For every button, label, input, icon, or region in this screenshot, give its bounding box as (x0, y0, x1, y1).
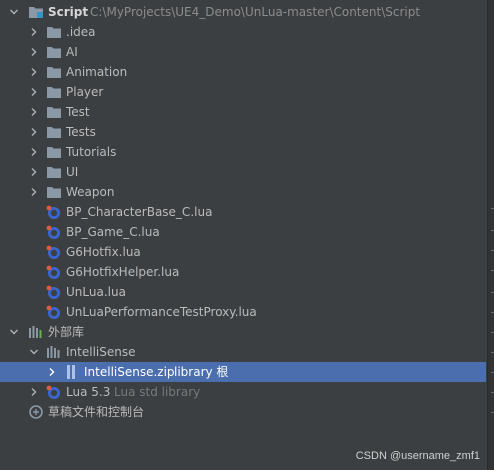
tree-row-script-root[interactable]: Script C:\MyProjects\UE4_Demo\UnLua-mast… (0, 2, 486, 22)
tree-row-folder[interactable]: Player (0, 82, 486, 102)
lua-file-icon (46, 262, 62, 282)
library-icon (28, 322, 44, 342)
file-label: UnLua.lua (66, 285, 126, 299)
module-folder-icon (28, 2, 44, 22)
tree-row-file[interactable]: G6HotfixHelper.lua (0, 262, 486, 282)
archive-icon (64, 362, 80, 382)
chevron-down-icon[interactable] (8, 2, 20, 22)
tree-row-file[interactable]: UnLuaPerformanceTestProxy.lua (0, 302, 486, 322)
folder-icon (46, 162, 62, 182)
tree-row-folder[interactable]: Tutorials (0, 142, 486, 162)
intellisense-label: IntelliSense (66, 345, 136, 359)
lua-file-icon (46, 222, 62, 242)
chevron-right-icon[interactable] (46, 362, 58, 382)
chevron-down-icon[interactable] (28, 342, 40, 362)
tree-row-intellisense[interactable]: IntelliSense (0, 342, 486, 362)
library-root-hint: library 根 (174, 365, 229, 379)
tree-row-scratches[interactable]: 草稿文件和控制台 (0, 402, 486, 422)
folder-icon (46, 102, 62, 122)
intellisense-zip-label: IntelliSense.zip (84, 365, 175, 379)
chevron-right-icon[interactable] (28, 82, 40, 102)
root-folder-label: Script (48, 5, 89, 19)
lua-file-icon (46, 242, 62, 262)
scratches-icon (28, 402, 44, 422)
lua-sdk-icon (46, 382, 62, 402)
file-label: G6HotfixHelper.lua (66, 265, 180, 279)
tree-row-lua-std[interactable]: Lua 5.3 Lua std library (0, 382, 486, 402)
chevron-right-icon[interactable] (28, 122, 40, 142)
folder-label: Test (66, 105, 90, 119)
tree-row-file[interactable]: UnLua.lua (0, 282, 486, 302)
tree-row-external-libraries[interactable]: 外部库 (0, 322, 486, 342)
folder-icon (46, 62, 62, 82)
folder-label: UI (66, 165, 79, 179)
folder-icon (46, 22, 62, 42)
folder-label: Animation (66, 65, 128, 79)
folder-label: Player (66, 85, 104, 99)
lua-file-icon (46, 282, 62, 302)
lua-file-icon (46, 202, 62, 222)
file-label: BP_Game_C.lua (66, 225, 160, 239)
chevron-right-icon[interactable] (28, 382, 40, 402)
folder-icon (46, 82, 62, 102)
lua-sdk-hint: Lua std library (114, 385, 201, 399)
folder-label: .idea (66, 25, 96, 39)
file-label: UnLuaPerformanceTestProxy.lua (66, 305, 257, 319)
chevron-right-icon[interactable] (28, 22, 40, 42)
folder-icon (46, 42, 62, 62)
tree-row-folder[interactable]: Tests (0, 122, 486, 142)
folder-icon (46, 122, 62, 142)
watermark: CSDN @username_zmf1 (355, 450, 480, 462)
chevron-right-icon[interactable] (28, 62, 40, 82)
project-tree: Script C:\MyProjects\UE4_Demo\UnLua-mast… (0, 2, 486, 422)
library-icon (46, 342, 62, 362)
chevron-right-icon[interactable] (28, 162, 40, 182)
chevron-down-icon[interactable] (8, 322, 20, 342)
lua-file-icon (46, 302, 62, 322)
chevron-right-icon[interactable] (28, 182, 40, 202)
tree-row-folder[interactable]: Test (0, 102, 486, 122)
tree-row-file[interactable]: BP_Game_C.lua (0, 222, 486, 242)
folder-label: AI (66, 45, 78, 59)
lua-sdk-label: Lua 5.3 (66, 385, 111, 399)
tree-row-folder[interactable]: AI (0, 42, 486, 62)
scratches-label: 草稿文件和控制台 (48, 405, 145, 419)
tree-row-folder[interactable]: .idea (0, 22, 486, 42)
tree-row-folder[interactable]: Animation (0, 62, 486, 82)
folder-label: Weapon (66, 185, 115, 199)
folder-label: Tests (66, 125, 96, 139)
file-label: BP_CharacterBase_C.lua (66, 205, 213, 219)
chevron-right-icon[interactable] (28, 102, 40, 122)
root-folder-path: C:\MyProjects\UE4_Demo\UnLua-master\Cont… (90, 5, 421, 19)
folder-label: Tutorials (66, 145, 117, 159)
tree-row-intellisense-zip[interactable]: IntelliSense.zip library 根 (0, 362, 486, 382)
chevron-right-icon[interactable] (28, 42, 40, 62)
tree-row-folder[interactable]: Weapon (0, 182, 486, 202)
tree-row-folder[interactable]: UI (0, 162, 486, 182)
folder-icon (46, 182, 62, 202)
tree-row-file[interactable]: G6Hotfix.lua (0, 242, 486, 262)
folder-icon (46, 142, 62, 162)
tree-row-file[interactable]: BP_CharacterBase_C.lua (0, 202, 486, 222)
external-libraries-label: 外部库 (48, 325, 85, 339)
editor-gutter-edge (487, 0, 494, 470)
file-label: G6Hotfix.lua (66, 245, 141, 259)
chevron-right-icon[interactable] (28, 142, 40, 162)
